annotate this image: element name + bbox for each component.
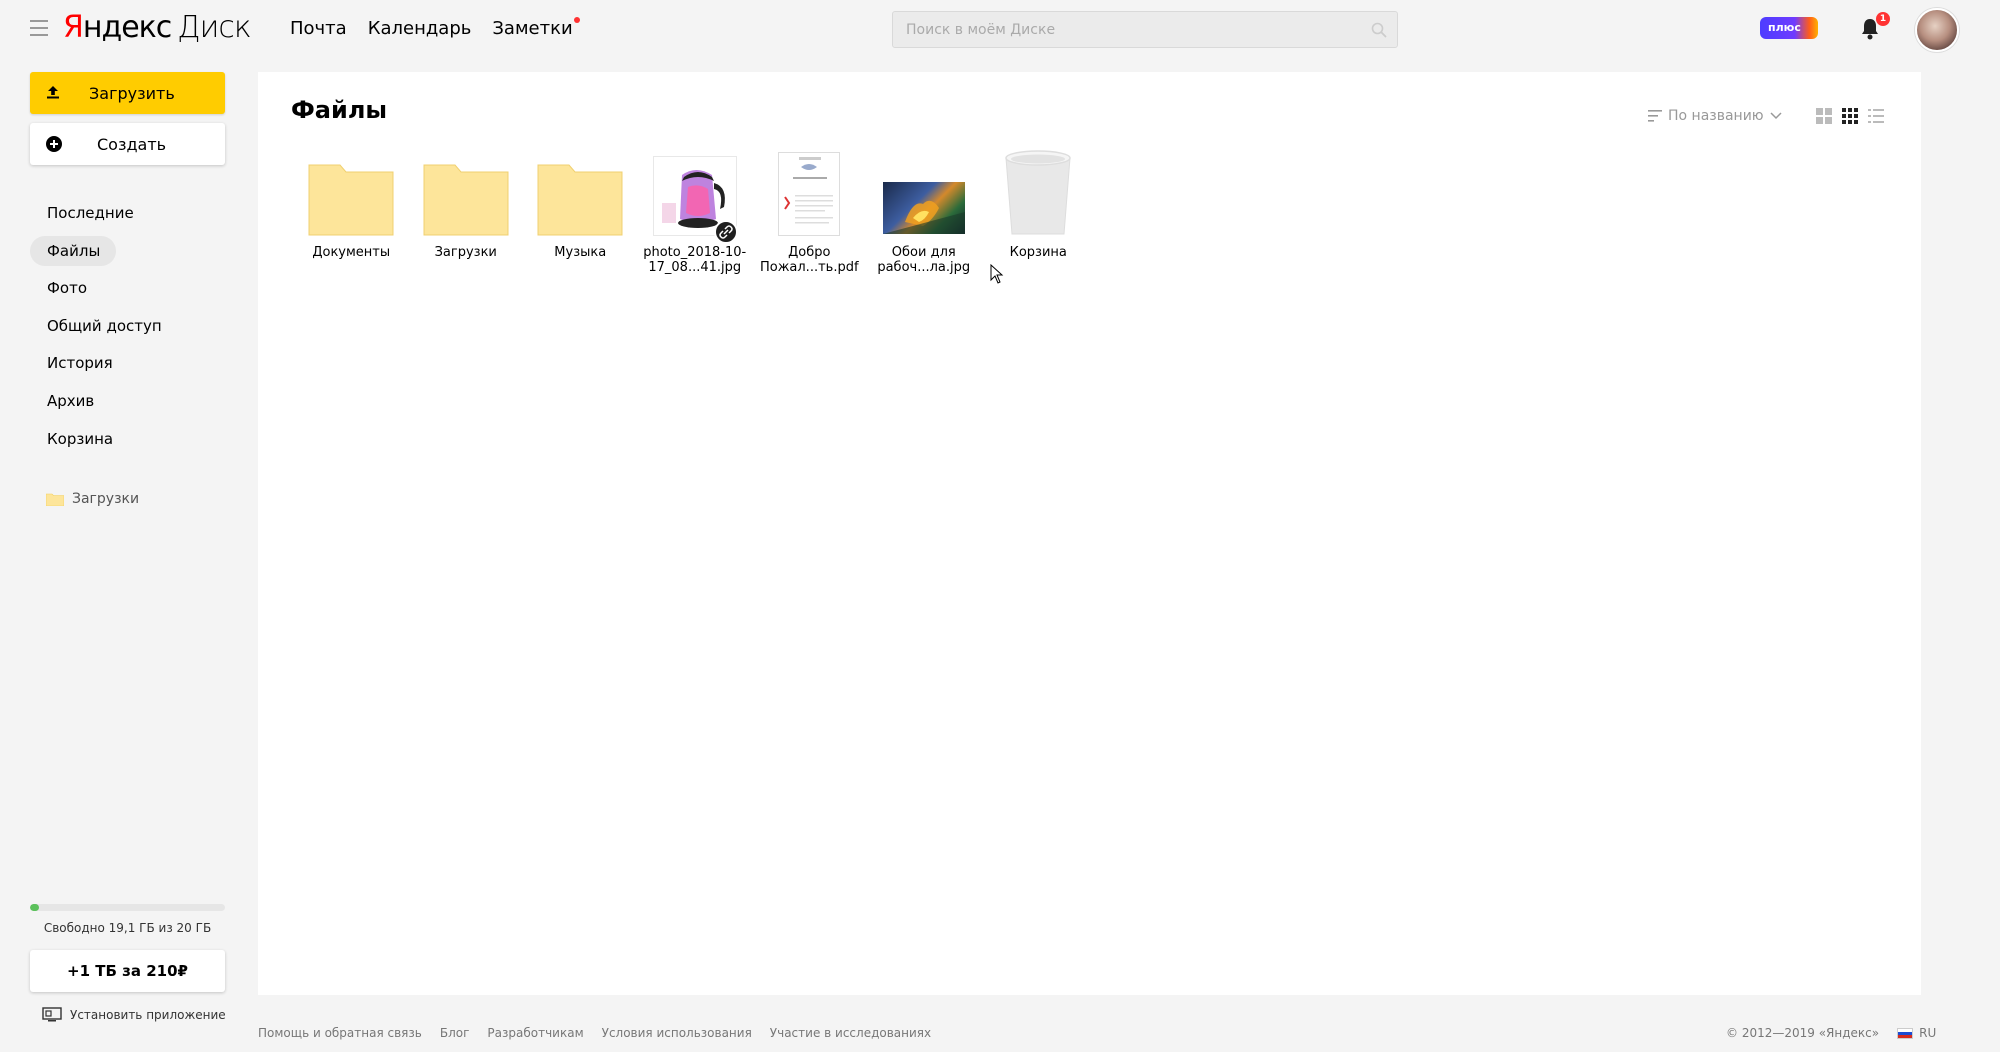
logo-yandex: ндекс <box>82 10 172 45</box>
new-dot <box>573 17 580 23</box>
folder-icon <box>306 148 396 236</box>
list-icon[interactable] <box>1868 108 1884 124</box>
footer-links: Помощь и обратная связь Блог Разработчик… <box>258 1026 931 1040</box>
file-name: Загрузки <box>434 245 497 260</box>
file-name: Документы <box>312 245 391 260</box>
footer-link-blog[interactable]: Блог <box>440 1026 470 1040</box>
sort-dropdown[interactable]: По названию <box>1648 108 1782 124</box>
copyright: © 2012—2019 «Яндекс» <box>1726 1026 1880 1040</box>
sidebar-item-files[interactable]: Файлы <box>30 235 117 266</box>
footer-link-research[interactable]: Участие в исследованиях <box>770 1026 931 1040</box>
file-item[interactable]: photo_2018-10-17_08...41.jpg <box>638 148 753 275</box>
sidebar-item-archive[interactable]: Архив <box>30 386 94 416</box>
file-name: Добро Пожал...ть.pdf <box>759 245 859 275</box>
trash-icon <box>993 148 1083 236</box>
storage-quota: Свободно 19,1 ГБ из 20 ГБ <box>30 904 225 935</box>
folder-icon <box>535 148 625 236</box>
file-item[interactable]: Добро Пожал...ть.pdf <box>752 148 867 275</box>
create-button[interactable]: Создать <box>30 123 225 165</box>
nav-notes[interactable]: Заметки <box>492 17 580 39</box>
pdf-thumbnail <box>778 152 841 236</box>
search-box <box>892 11 1398 48</box>
header: ЯндексДиск Почта Календарь Заметки плюс … <box>0 0 2000 58</box>
file-item[interactable]: Корзина <box>981 148 1096 275</box>
notifications-button[interactable]: 1 <box>1858 12 1890 42</box>
flag-icon <box>1897 1027 1914 1039</box>
file-item[interactable]: Обои для рабоч...ла.jpg <box>867 148 982 275</box>
computer-icon <box>42 1007 62 1022</box>
language-label: RU <box>1919 1026 1937 1040</box>
install-app-link[interactable]: Установить приложение <box>42 1007 226 1022</box>
upload-label: Загрузить <box>89 83 175 103</box>
tiles-icon[interactable] <box>1842 108 1858 124</box>
service-nav: Почта Календарь Заметки <box>290 17 580 39</box>
notification-count: 1 <box>1876 12 1890 26</box>
sidebar-folder-downloads[interactable]: Загрузки <box>46 491 139 507</box>
nav-mail[interactable]: Почта <box>290 18 347 39</box>
sidebar-item-shared[interactable]: Общий доступ <box>30 311 162 341</box>
search-input[interactable] <box>893 12 1397 47</box>
plus-circle-icon <box>46 136 62 152</box>
sort-label: По названию <box>1668 108 1764 124</box>
sidebar-folder-label: Загрузки <box>72 491 140 507</box>
install-app-label: Установить приложение <box>70 1007 226 1022</box>
file-name: photo_2018-10-17_08...41.jpg <box>643 245 747 275</box>
nav-calendar[interactable]: Календарь <box>368 18 472 39</box>
file-item[interactable]: Загрузки <box>409 148 524 275</box>
buy-space-button[interactable]: +1 ТБ за 210₽ <box>30 950 225 992</box>
quota-text: Свободно 19,1 ГБ из 20 ГБ <box>43 921 212 935</box>
sidebar-item-photo[interactable]: Фото <box>30 273 87 303</box>
upload-icon <box>47 86 59 99</box>
cursor-icon <box>990 264 1004 284</box>
file-name: Обои для рабоч...ла.jpg <box>877 245 971 275</box>
sidebar-menu: Последние Файлы Фото Общий доступ Истори… <box>30 198 225 461</box>
upload-button[interactable]: Загрузить <box>30 72 225 114</box>
file-name: Корзина <box>1009 245 1067 260</box>
page-title: Файлы <box>291 96 388 124</box>
footer-link-developers[interactable]: Разработчикам <box>487 1026 583 1040</box>
logo[interactable]: Яндекс Диск <box>63 10 252 45</box>
plus-badge[interactable]: плюс <box>1760 17 1818 39</box>
create-label: Создать <box>97 134 167 154</box>
file-grid: Документы Загрузки Музыка photo_2018-10-… <box>294 148 1096 275</box>
language-switcher[interactable]: RU <box>1897 1026 1936 1040</box>
tiles-large-icon[interactable] <box>1816 108 1832 124</box>
file-name: Музыка <box>554 245 607 260</box>
footer-link-help[interactable]: Помощь и обратная связь <box>258 1026 422 1040</box>
sidebar-item-trash[interactable]: Корзина <box>30 424 113 454</box>
file-item[interactable]: Документы <box>294 148 409 275</box>
folder-icon <box>421 148 511 236</box>
link-icon[interactable] <box>713 220 738 244</box>
chevron-down-icon <box>1770 112 1782 120</box>
sidebar: Загрузить Создать Последние Файлы Фото О… <box>0 58 255 1052</box>
footer-right: © 2012—2019 «Яндекс» RU <box>1726 1026 1936 1040</box>
folder-icon <box>46 493 64 506</box>
view-switcher <box>1816 108 1884 124</box>
footer-link-terms[interactable]: Условия использования <box>602 1026 752 1040</box>
quota-bar <box>30 904 225 911</box>
logo-letter: Я <box>63 10 84 45</box>
sort-icon <box>1648 110 1662 122</box>
sidebar-item-history[interactable]: История <box>30 348 113 378</box>
files-panel: Файлы По названию Документы Загрузки Муз… <box>258 72 1921 995</box>
sidebar-item-recent[interactable]: Последние <box>30 198 134 228</box>
image-thumbnail <box>882 182 965 234</box>
avatar[interactable] <box>1915 8 1959 52</box>
quota-fill <box>30 904 39 911</box>
file-item[interactable]: Музыка <box>523 148 638 275</box>
search-icon[interactable] <box>1371 22 1387 38</box>
menu-icon[interactable] <box>30 20 48 36</box>
nav-notes-label: Заметки <box>492 18 573 39</box>
logo-product: Диск <box>177 10 251 45</box>
scrollbar[interactable] <box>1986 0 2000 1052</box>
